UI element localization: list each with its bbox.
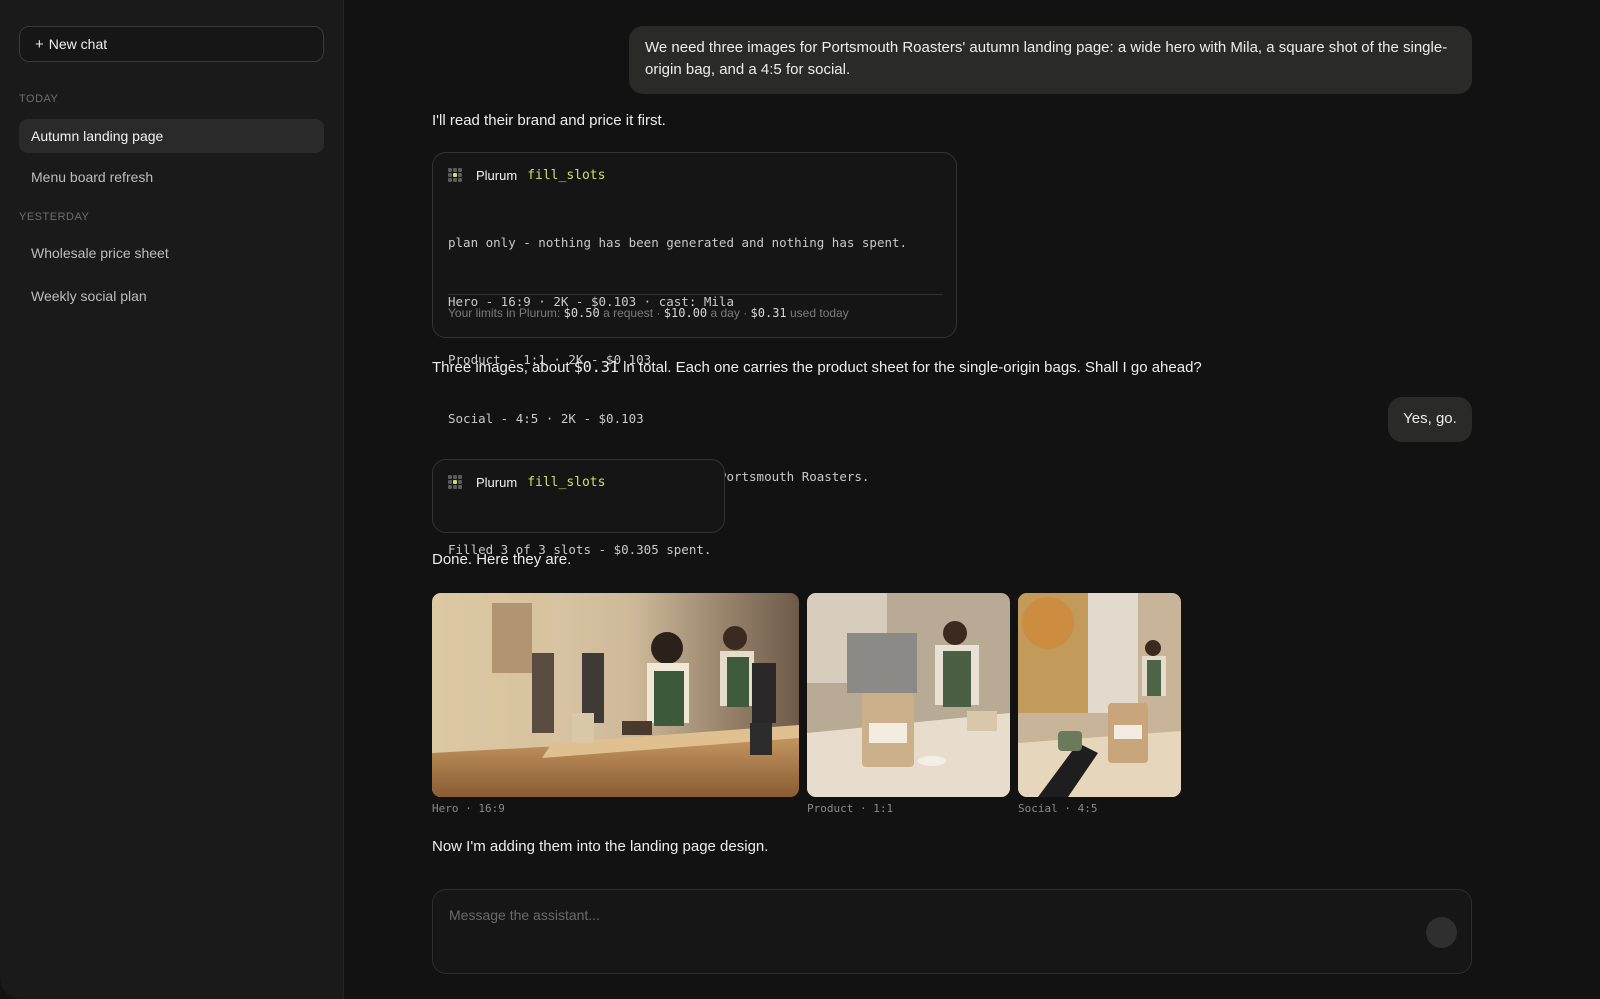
section-label-yesterday: YESTERDAY — [19, 211, 90, 223]
sidebar-item-autumn-landing-page[interactable]: Autumn landing page — [19, 119, 324, 153]
tool-call-header: Plurum fill_slots — [448, 472, 605, 492]
tool-call-header: Plurum fill_slots — [448, 165, 605, 185]
tool-limits: Your limits in Plurum: $0.50 a request ·… — [448, 306, 849, 320]
tool-output-line: plan only - nothing has been generated a… — [448, 235, 908, 250]
message-input[interactable] — [449, 904, 1349, 926]
user-message: Yes, go. — [1388, 397, 1472, 442]
tool-name: Plurum — [476, 474, 518, 490]
generated-image-product[interactable] — [807, 593, 1010, 797]
plurum-grid-icon — [448, 475, 462, 489]
limits-prefix: Your limits in Plurum: — [448, 306, 561, 320]
image-caption: Hero · 16:9 — [432, 802, 505, 815]
tool-name: Plurum — [476, 167, 518, 183]
tool-call-card: Plurum fill_slots plan only - nothing ha… — [432, 152, 957, 484]
tool-output-line: Social - 4:5 · 2K - $0.103 — [448, 410, 644, 426]
cost-amount: $0.31 — [573, 358, 619, 376]
tool-output: Filled 3 of 3 slots - $0.305 spent. — [448, 501, 711, 599]
user-message: We need three images for Portsmouth Roas… — [629, 26, 1472, 94]
limit-used: $0.31 — [750, 306, 787, 320]
limit-per-request-label: a request · — [603, 306, 661, 320]
assistant-message: Done. Here they are. — [432, 551, 572, 568]
limit-per-request: $0.50 — [563, 306, 600, 320]
limit-per-day: $10.00 — [663, 306, 708, 320]
app-window: + New chat TODAY Autumn landing page Men… — [0, 0, 1600, 999]
image-caption: Product · 1:1 — [807, 802, 894, 815]
tool-function: fill_slots — [527, 474, 606, 490]
new-chat-label: New chat — [48, 36, 108, 52]
limit-per-day-label: a day · — [710, 306, 748, 320]
send-button[interactable] — [1426, 917, 1457, 948]
message-composer — [432, 889, 1472, 974]
assistant-message: Now I'm adding them into the landing pag… — [432, 838, 769, 855]
sidebar-item-weekly-social-plan[interactable]: Weekly social plan — [19, 279, 324, 313]
sidebar-item-wholesale-price-sheet[interactable]: Wholesale price sheet — [19, 236, 324, 270]
generated-image-hero[interactable] — [432, 593, 799, 797]
assistant-message: Three images, about $0.31 in total. Each… — [432, 358, 1202, 376]
tool-call-card: Plurum fill_slots Filled 3 of 3 slots - … — [432, 459, 725, 557]
sidebar-item-menu-board-refresh[interactable]: Menu board refresh — [19, 160, 324, 194]
image-caption: Social · 4:5 — [1018, 802, 1098, 815]
tool-function: fill_slots — [527, 167, 606, 183]
plus-icon: + — [35, 35, 44, 53]
generated-image-social[interactable] — [1018, 593, 1181, 797]
assistant-message: I'll read their brand and price it first… — [432, 112, 666, 129]
divider — [448, 294, 943, 295]
sidebar: + New chat TODAY Autumn landing page Men… — [0, 0, 344, 999]
plurum-grid-icon — [448, 168, 462, 182]
message-text: in total. Each one carries the product s… — [623, 359, 1202, 376]
section-label-today: TODAY — [19, 93, 59, 105]
limit-used-label: used today — [790, 306, 849, 320]
new-chat-button[interactable]: + New chat — [19, 26, 324, 62]
message-text: Three images, about — [432, 359, 570, 376]
